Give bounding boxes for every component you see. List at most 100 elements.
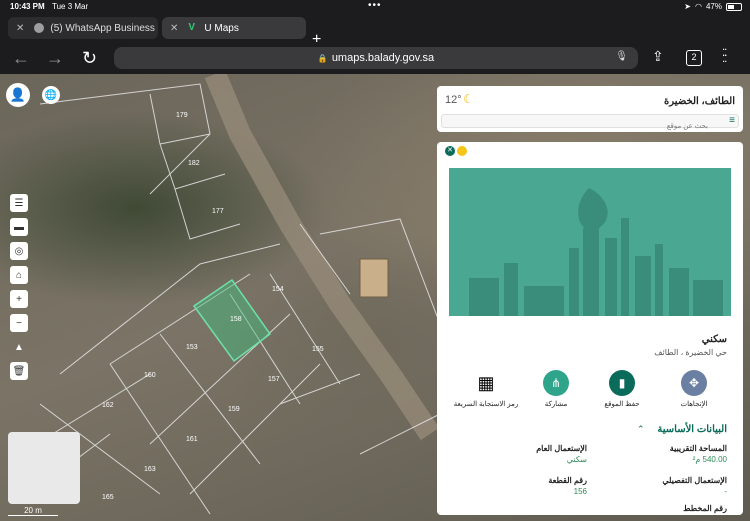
locate-me-icon[interactable]: ◎ — [10, 242, 28, 260]
back-arrow-icon[interactable]: ← — [12, 48, 30, 69]
plot-label: 177 — [212, 208, 224, 215]
field-value: - — [724, 487, 727, 496]
field-value: 156 — [573, 487, 587, 496]
tab-bar: ✕ (5) WhatsApp Business ✕ V U Maps + — [0, 14, 750, 48]
layers-list-icon[interactable]: ☰ — [10, 194, 28, 212]
city-name: الطائف، الخضيرة — [664, 96, 735, 107]
chevron-up-icon[interactable]: ⌃ — [637, 424, 645, 435]
plot-label: 179 — [176, 112, 188, 119]
section-title: البيانات الأساسية — [657, 424, 727, 435]
date: Tue 3 Mar — [52, 2, 89, 11]
reload-icon[interactable]: ↻ — [82, 48, 97, 69]
general-use-field: الإستعمال العام سكني — [536, 444, 587, 464]
microphone-icon[interactable]: 🎙 — [615, 51, 628, 62]
overview-minimap[interactable] — [8, 432, 80, 504]
address-bar: ← → ↻ 🔒 umaps.balady.gov.sa 🎙 ⇪ 2 ⁚⁚ ⁚⁚ — [0, 42, 750, 74]
bookmark-icon: ▮ — [609, 370, 635, 396]
language-globe-button[interactable]: 🌐 — [42, 86, 60, 104]
plot-number-field: رقم القطعة 156 — [548, 476, 587, 496]
north-arrow-icon[interactable]: ▲ — [10, 338, 28, 356]
action-label: رمز الاستجابة السريعة — [453, 401, 519, 408]
plot-label: 159 — [228, 406, 240, 413]
save-location-action[interactable]: ▮ حفظ الموقع — [587, 370, 657, 408]
plot-label: 154 — [272, 286, 284, 293]
plot-label: 160 — [144, 372, 156, 379]
qr-icon: ▦ — [473, 370, 499, 396]
field-label: المساحة التقريبية — [669, 444, 727, 453]
directions-action[interactable]: ✥ الإتجاهات — [659, 370, 729, 408]
field-label: الإستعمال العام — [536, 444, 587, 453]
field-label: رقم القطعة — [548, 476, 587, 485]
moon-weather-icon: ☾ — [463, 92, 474, 106]
temperature: 12° — [445, 94, 462, 106]
share-action[interactable]: ⋔ مشاركة — [521, 370, 591, 408]
status-bar: 10:43 PM Tue 3 Mar ••• ➤ ◠ 47% — [0, 0, 750, 14]
map-scale: 20 m — [8, 506, 58, 516]
info-panel: 12° ☾ الطائف، الخضيرة ≡ ✕ — [437, 86, 743, 515]
url-field[interactable]: 🔒 umaps.balady.gov.sa 🎙 — [114, 47, 638, 69]
tab-title: U Maps — [204, 22, 239, 34]
more-dots-icon[interactable]: ••• — [368, 0, 382, 11]
plot-label: 153 — [186, 344, 198, 351]
tab-title: (5) WhatsApp Business — [50, 22, 155, 34]
lock-icon: 🔒 — [317, 53, 328, 63]
tab-whatsapp[interactable]: ✕ (5) WhatsApp Business — [8, 17, 158, 39]
close-icon[interactable]: ✕ — [445, 146, 455, 156]
search-input[interactable] — [442, 120, 712, 133]
location-text: حي الخضيرة ، الطائف — [654, 348, 727, 357]
tab-count-button[interactable]: 2 — [686, 50, 702, 66]
battery-percent: 47% — [705, 2, 722, 11]
battery-icon — [726, 2, 742, 11]
plan-number-field: رقم المخطط — [683, 504, 727, 513]
location-icon: ➤ — [684, 2, 691, 11]
clock: 10:43 PM — [10, 2, 45, 11]
whatsapp-favicon-icon — [34, 23, 45, 33]
status-icons: ➤ ◠ 47% — [684, 2, 742, 11]
basemap-toggle-icon[interactable]: ▬ — [10, 218, 28, 236]
parcel-card: ✕ سكني حي الخضيرة ، الطائف ✥ الإتجاهات ▮… — [437, 142, 743, 515]
plot-label: 155 — [312, 346, 324, 353]
compass-icon: ✥ — [681, 370, 707, 396]
plot-label: 163 — [144, 466, 156, 473]
skyline-banner-image — [449, 168, 731, 316]
menu-icon[interactable]: ≡ — [729, 115, 735, 126]
home-icon[interactable]: ⌂ — [10, 266, 28, 284]
qr-code-action[interactable]: ▦ رمز الاستجابة السريعة — [451, 370, 521, 408]
approx-area-field: المساحة التقريبية 540.00 م² — [670, 444, 727, 464]
usage-type: سكني — [701, 334, 727, 345]
action-label: الإتجاهات — [680, 401, 708, 408]
action-label: حفظ الموقع — [604, 401, 640, 408]
zoom-out-button[interactable]: − — [10, 314, 28, 332]
panel-header: 12° ☾ الطائف، الخضيرة ≡ — [437, 86, 743, 133]
field-value: 540.00 م² — [692, 455, 727, 464]
field-label: الإستعمال التفصيلي — [662, 476, 727, 485]
plot-label: 162 — [102, 402, 114, 409]
zoom-in-button[interactable]: + — [10, 290, 28, 308]
plot-label: 158 — [230, 316, 242, 323]
tab-overview-icon[interactable]: ⁚⁚ ⁚⁚ — [722, 49, 727, 65]
delete-trash-icon[interactable]: 🗑 — [10, 362, 28, 380]
plot-label: 165 — [102, 494, 114, 501]
detailed-use-field: الإستعمال التفصيلي - — [662, 476, 727, 496]
field-label: رقم المخطط — [683, 504, 727, 513]
feedback-smile-icon[interactable] — [457, 146, 467, 156]
forward-arrow-icon[interactable]: → — [46, 48, 64, 69]
plot-label: 182 — [188, 160, 200, 167]
close-tab-icon[interactable]: ✕ — [16, 23, 24, 34]
plot-label: 161 — [186, 436, 198, 443]
action-label: مشاركة — [544, 401, 568, 408]
share-icon[interactable]: ⇪ — [652, 48, 664, 65]
wifi-icon: ◠ — [695, 2, 702, 11]
tab-umaps[interactable]: ✕ V U Maps — [162, 17, 306, 39]
share-icon: ⋔ — [543, 370, 569, 396]
close-tab-icon[interactable]: ✕ — [170, 23, 178, 34]
plot-label: 157 — [268, 376, 280, 383]
location-search[interactable]: ≡ — [441, 114, 739, 133]
map-toolbar: ☰ ▬ ◎ ⌂ + − ▲ 🗑 — [10, 194, 28, 386]
umaps-favicon-icon: V — [188, 22, 196, 33]
url-text: umaps.balady.gov.sa — [331, 52, 435, 64]
skyline-illustration — [449, 168, 731, 316]
action-row: ✥ الإتجاهات ▮ حفظ الموقع ⋔ مشاركة ▦ رمز … — [437, 370, 743, 430]
field-value: سكني — [566, 455, 587, 464]
user-avatar-button[interactable]: 👤 — [6, 83, 30, 107]
